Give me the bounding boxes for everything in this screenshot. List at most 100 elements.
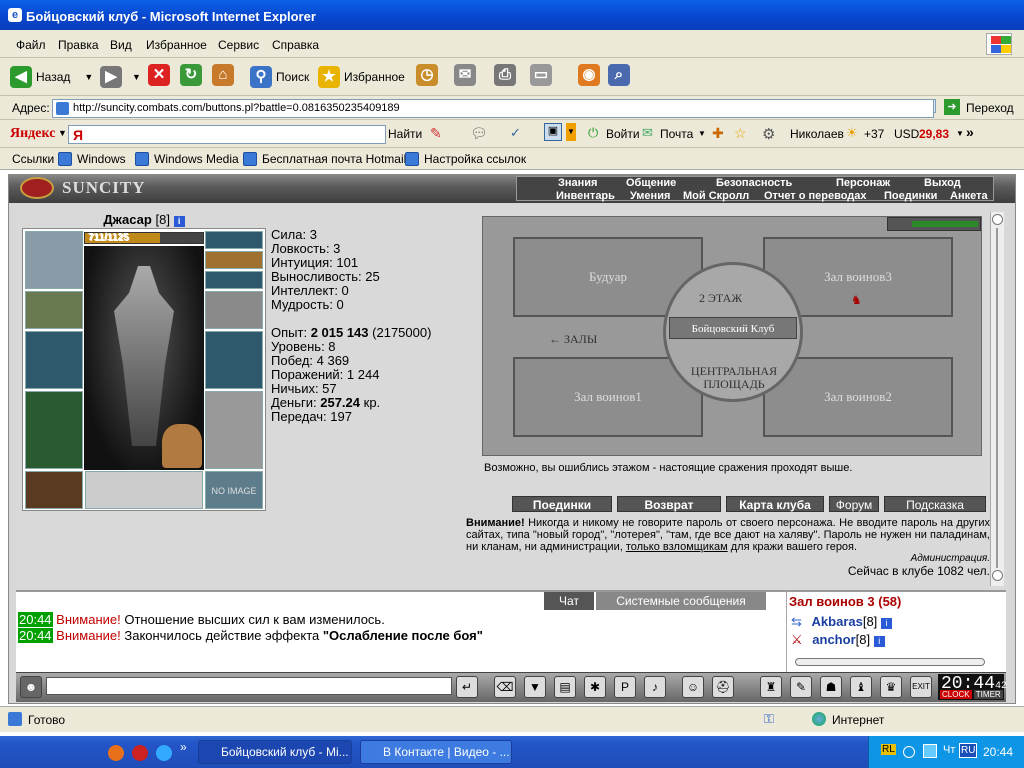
amulet-slot[interactable] xyxy=(205,231,263,249)
eraser-icon[interactable]: ⌫ xyxy=(494,676,516,698)
translate-icon[interactable]: ▣ xyxy=(544,123,562,141)
private-icon[interactable]: P xyxy=(614,676,636,698)
subnav-transfer-report[interactable]: Отчет о переводах xyxy=(764,190,867,202)
menu-edit[interactable]: Правка xyxy=(58,38,99,52)
chat-mode-icon[interactable]: ☻ xyxy=(20,676,42,698)
weapon-right-slot[interactable] xyxy=(205,331,263,389)
halls-link[interactable]: ← ЗАЛЫ xyxy=(549,332,597,347)
hackers-link[interactable]: только взломщикам xyxy=(626,541,728,553)
link-customize[interactable]: Настройка ссылок xyxy=(424,152,526,166)
filter-icon[interactable]: ▼ xyxy=(524,676,546,698)
more-chevron-icon[interactable]: » xyxy=(966,124,974,140)
language-indicator[interactable]: RU xyxy=(959,743,978,758)
refresh-icon[interactable]: ↻ xyxy=(180,64,202,86)
link-windows[interactable]: Windows xyxy=(77,152,126,166)
helmet-icon[interactable]: ⛑ xyxy=(712,676,734,698)
character-avatar[interactable] xyxy=(84,246,204,470)
club-map-button[interactable]: Карта клуба xyxy=(726,496,824,512)
smiley-icon[interactable]: ☺ xyxy=(682,676,704,698)
quicklaunch-more-icon[interactable]: » xyxy=(180,740,187,754)
emote-icon[interactable]: ✱ xyxy=(584,676,606,698)
character-menu-icon[interactable]: ♜ xyxy=(760,676,782,698)
rings-slot[interactable] xyxy=(205,251,263,269)
rl-indicator[interactable]: RL xyxy=(881,744,896,755)
yandex-dropdown-icon[interactable]: ▼ xyxy=(58,128,67,138)
user-row[interactable]: ⚔ anchor[8] i xyxy=(791,632,885,648)
weather-temp[interactable]: +37 xyxy=(864,127,884,141)
task-fight-club[interactable]: Бойцовский клуб - Mi... xyxy=(198,740,352,764)
print-icon[interactable]: ⎙ xyxy=(494,64,516,86)
search-button[interactable]: ⚲ Поиск xyxy=(250,64,309,90)
exit-icon[interactable]: EXIT xyxy=(910,676,932,698)
task-vkontakte[interactable]: В Контакте | Видео - ... xyxy=(360,740,512,764)
firefox-icon[interactable] xyxy=(108,745,124,761)
bookmark-add-icon[interactable]: ✚ xyxy=(712,125,724,142)
page-scrollbar[interactable] xyxy=(990,212,1004,586)
trade-icon[interactable]: ♛ xyxy=(880,676,902,698)
central-square-link[interactable]: ЦЕНТРАЛЬНАЯ ПЛОЩАДЬ xyxy=(679,365,789,391)
belt-slot[interactable] xyxy=(25,471,83,509)
earrings-slot[interactable] xyxy=(25,291,83,329)
currency-value[interactable]: 29,83 xyxy=(919,127,949,141)
gloves-slot[interactable] xyxy=(205,291,263,329)
link-hotmail[interactable]: Бесплатная почта Hotmail xyxy=(262,152,406,166)
weapon-left-slot[interactable] xyxy=(25,331,83,389)
mail-icon[interactable]: ✉ xyxy=(454,64,476,86)
subnav-inventory[interactable]: Инвентарь xyxy=(556,190,615,202)
subnav-profile[interactable]: Анкета xyxy=(950,190,988,202)
nav-security[interactable]: Безопасность xyxy=(716,177,792,189)
tray-circle-icon[interactable] xyxy=(903,746,915,758)
return-button[interactable]: Возврат xyxy=(617,496,721,512)
subnav-my-scroll[interactable]: Мой Скролл xyxy=(683,190,749,202)
shop-icon[interactable]: ♝ xyxy=(850,676,872,698)
subnav-battles[interactable]: Поединки xyxy=(884,190,937,202)
fight-club-room[interactable]: Бойцовский Клуб xyxy=(669,317,797,339)
helmet-slot[interactable] xyxy=(25,231,83,289)
menu-help[interactable]: Справка xyxy=(272,38,319,52)
save-icon[interactable]: ▤ xyxy=(554,676,576,698)
forward-button[interactable]: ▶ ▼ xyxy=(100,64,141,90)
favorite-star-icon[interactable]: ☆ xyxy=(734,125,747,142)
chat-input[interactable] xyxy=(46,677,452,695)
menu-favorites[interactable]: Избранное xyxy=(146,38,207,52)
link-windows-media[interactable]: Windows Media xyxy=(154,152,239,166)
quest-icon[interactable]: ✎ xyxy=(790,676,812,698)
go-arrow-icon[interactable]: ➜ xyxy=(944,99,960,115)
translate-dropdown-icon[interactable]: ▼ xyxy=(566,123,576,141)
yandex-mail-button[interactable]: Почта xyxy=(660,127,693,141)
horizontal-scrollbar[interactable] xyxy=(795,658,985,666)
menu-tools[interactable]: Сервис xyxy=(218,38,259,52)
favorites-button[interactable]: ★ Избранное xyxy=(318,64,405,90)
send-icon[interactable]: ↵ xyxy=(456,676,478,698)
comment-icon[interactable]: 💬︎ xyxy=(470,125,488,142)
no-image-slot[interactable]: NO IMAGE xyxy=(205,471,263,509)
tab-chat[interactable]: Чат xyxy=(544,592,594,610)
tab-system-messages[interactable]: Системные сообщения xyxy=(596,592,766,610)
nav-knowledge[interactable]: Знания xyxy=(558,177,597,189)
boots-slot[interactable] xyxy=(205,391,263,469)
ie-quick-icon[interactable] xyxy=(156,745,172,761)
yandex-user[interactable]: Николаев xyxy=(790,127,844,141)
subnav-skills[interactable]: Умения xyxy=(630,190,670,202)
hint-button[interactable]: Подсказка xyxy=(884,496,986,512)
go-button[interactable]: Переход xyxy=(966,101,1014,115)
yandex-login-button[interactable]: Войти xyxy=(606,127,640,141)
armor-slot[interactable] xyxy=(25,391,83,469)
nav-communication[interactable]: Общение xyxy=(626,177,676,189)
opera-icon[interactable] xyxy=(132,745,148,761)
user-row[interactable]: ⇆ Akbaras[8] i xyxy=(791,614,892,630)
menu-file[interactable]: Файл xyxy=(16,38,46,52)
highlighter-icon[interactable]: ✎ xyxy=(430,125,442,142)
yandex-find-button[interactable]: Найти xyxy=(388,127,422,141)
settings-gear-icon[interactable]: ⚙ xyxy=(762,125,775,143)
mail-dropdown-icon[interactable]: ▼ xyxy=(698,129,706,138)
menu-view[interactable]: Вид xyxy=(110,38,132,52)
forum-button[interactable]: Форум xyxy=(829,496,879,512)
messenger-icon[interactable]: ◉ xyxy=(578,64,600,86)
mask-icon[interactable]: ☗ xyxy=(820,676,842,698)
yandex-search-input[interactable]: Я xyxy=(68,125,386,144)
research-icon[interactable]: ⌕ xyxy=(608,64,630,86)
spellcheck-icon[interactable]: ✓ xyxy=(510,125,521,141)
battles-button[interactable]: Поединки xyxy=(512,496,612,512)
info-icon[interactable]: i xyxy=(173,216,185,227)
